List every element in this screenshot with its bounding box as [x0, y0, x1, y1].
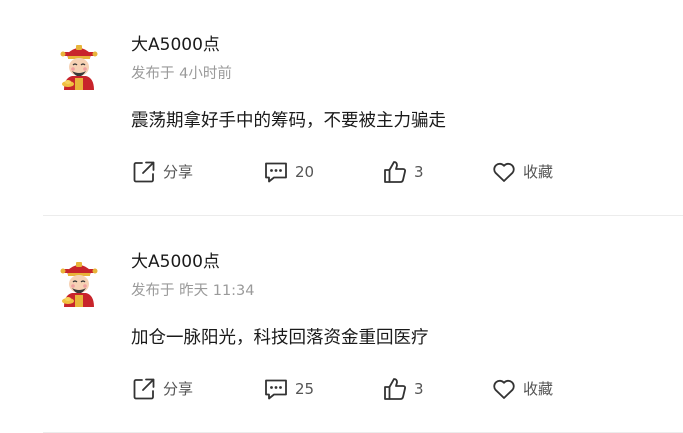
share-label: 分享	[163, 163, 194, 181]
post-time: 4小时前	[179, 66, 232, 82]
like-button[interactable]: 3	[382, 373, 424, 405]
thumbs-up-icon	[382, 376, 408, 402]
share-icon	[131, 159, 157, 185]
comment-icon	[263, 159, 289, 185]
comment-count: 20	[295, 163, 315, 181]
meta-prefix: 发布于	[131, 283, 175, 299]
meta-prefix: 发布于	[131, 66, 175, 82]
share-icon	[131, 376, 157, 402]
action-bar: 分享 25 3 收藏	[0, 373, 683, 405]
avatar[interactable]	[54, 257, 104, 309]
caishen-avatar-icon	[60, 262, 98, 307]
post-content[interactable]: 加仓一脉阳光，科技回落资金重回医疗	[131, 325, 429, 351]
favorite-button[interactable]: 收藏	[491, 373, 553, 405]
comment-count: 25	[295, 380, 315, 398]
post-meta: 发布于 4小时前	[131, 64, 232, 84]
heart-icon	[491, 376, 517, 402]
share-button[interactable]: 分享	[131, 156, 193, 188]
action-bar: 分享 20 3 收藏	[0, 156, 683, 188]
favorite-label: 收藏	[523, 163, 554, 181]
comment-button[interactable]: 25	[263, 373, 314, 405]
heart-icon	[491, 159, 517, 185]
avatar[interactable]	[54, 40, 104, 92]
post-card: 大A5000点 发布于 4小时前 震荡期拿好手中的筹码，不要被主力骗走 分享 2…	[0, 0, 683, 216]
favorite-button[interactable]: 收藏	[491, 156, 553, 188]
post-feed: 大A5000点 发布于 4小时前 震荡期拿好手中的筹码，不要被主力骗走 分享 2…	[0, 0, 683, 433]
comment-button[interactable]: 20	[263, 156, 314, 188]
post-content[interactable]: 震荡期拿好手中的筹码，不要被主力骗走	[131, 108, 446, 134]
thumbs-up-icon	[382, 159, 408, 185]
favorite-label: 收藏	[523, 380, 554, 398]
like-count: 3	[414, 380, 424, 398]
comment-icon	[263, 376, 289, 402]
share-button[interactable]: 分享	[131, 373, 193, 405]
share-label: 分享	[163, 380, 194, 398]
author-name[interactable]: 大A5000点	[131, 34, 220, 56]
like-button[interactable]: 3	[382, 156, 424, 188]
post-card: 大A5000点 发布于 昨天 11:34 加仓一脉阳光，科技回落资金重回医疗 分…	[0, 217, 683, 433]
caishen-avatar-icon	[60, 45, 98, 90]
author-name[interactable]: 大A5000点	[131, 251, 220, 273]
post-divider	[43, 215, 683, 216]
post-meta: 发布于 昨天 11:34	[131, 281, 255, 301]
post-time: 昨天 11:34	[179, 283, 255, 299]
like-count: 3	[414, 163, 424, 181]
